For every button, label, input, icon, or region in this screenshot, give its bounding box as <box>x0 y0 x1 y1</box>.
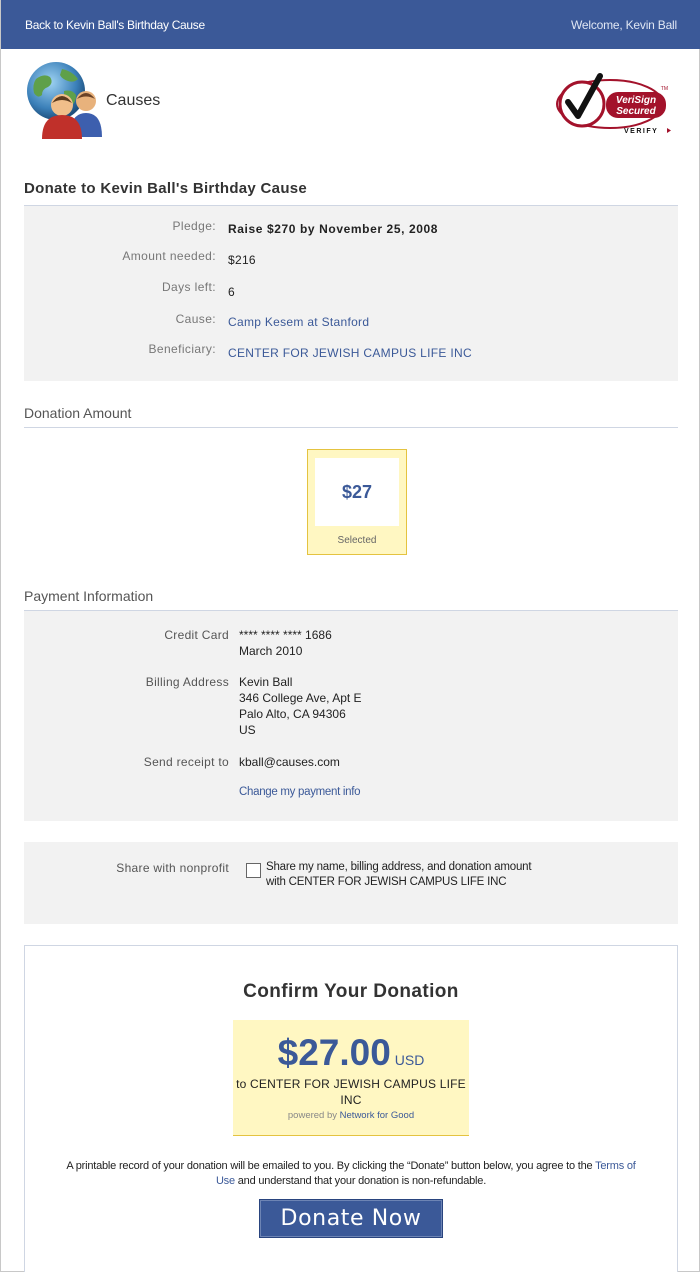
share-text[interactable]: Share my name, billing address, and dona… <box>266 860 536 890</box>
receipt-email: kball@causes.com <box>239 755 340 769</box>
amount-needed-value: $216 <box>228 253 256 267</box>
total-amount: $27.00 <box>277 1032 391 1073</box>
legal-text-before: A printable record of your donation will… <box>66 1160 593 1172</box>
brand-name: Causes <box>106 92 161 109</box>
page-frame: Back to Kevin Ball's Birthday Cause Welc… <box>0 0 700 1272</box>
card-number: **** **** **** 1686 <box>239 628 332 642</box>
verisign-line1: VeriSign <box>616 95 656 106</box>
verisign-line3: VERIFY <box>624 128 658 135</box>
beneficiary-label: Beneficiary: <box>148 342 216 356</box>
powered-by: powered by Network for Good <box>233 1110 469 1121</box>
billing-city: Palo Alto, CA 94306 <box>239 707 346 721</box>
total-box: $27.00 USD to CENTER FOR JEWISH CAMPUS LI… <box>233 1020 469 1136</box>
amount-option-inner: $27 <box>315 458 399 526</box>
billing-address-label: Billing Address <box>145 675 229 689</box>
network-for-good-link[interactable]: Network for Good <box>340 1110 414 1121</box>
cause-link[interactable]: Camp Kesem at Stanford <box>228 315 369 329</box>
credit-card-label: Credit Card <box>164 628 229 642</box>
powered-prefix: powered by <box>287 1110 338 1121</box>
change-payment-info-link[interactable]: Change my payment info <box>239 784 361 800</box>
total-line: $27.00 USD <box>233 1032 469 1074</box>
back-to-cause-link[interactable]: Back to Kevin Ball's Birthday Cause <box>25 18 205 32</box>
donation-amount-title: Donation Amount <box>24 405 132 421</box>
amount-option-note: Selected <box>337 535 377 546</box>
confirm-title: Confirm Your Donation <box>243 981 459 1002</box>
billing-country: US <box>239 723 256 737</box>
globe-people-icon[interactable] <box>24 61 106 139</box>
legal-notice: A printable record of your donation will… <box>61 1159 641 1189</box>
page-title: Donate to Kevin Ball's Birthday Cause <box>24 180 308 197</box>
credit-card-value: **** **** **** 1686 March 2010 <box>239 627 332 659</box>
share-checkbox[interactable] <box>246 863 261 878</box>
total-recipient: to CENTER FOR JEWISH CAMPUS LIFE INC <box>236 1077 466 1107</box>
verisign-line2: Secured <box>616 106 656 117</box>
amount-needed-label: Amount needed: <box>122 249 216 263</box>
legal-text-after: and understand that your donation is non… <box>237 1175 487 1187</box>
card-expiry: March 2010 <box>239 644 303 658</box>
amount-option-value: $27 <box>341 482 373 502</box>
payment-info-title: Payment Information <box>24 588 154 604</box>
days-left-value: 6 <box>228 285 235 299</box>
cause-label: Cause: <box>175 312 216 326</box>
receipt-label: Send receipt to <box>143 755 229 769</box>
beneficiary-link[interactable]: CENTER FOR JEWISH CAMPUS LIFE INC <box>228 346 472 360</box>
share-label: Share with nonprofit <box>116 861 229 875</box>
pledge-label: Pledge: <box>172 219 216 233</box>
top-bar: Back to Kevin Ball's Birthday Cause Welc… <box>1 0 700 49</box>
donate-now-button[interactable]: Donate Now <box>259 1199 443 1238</box>
amount-option-selected[interactable]: $27 Selected <box>307 449 407 555</box>
verisign-seal[interactable]: VeriSign Secured TM VERIFY <box>554 70 676 138</box>
billing-address-value: Kevin Ball 346 College Ave, Apt E Palo A… <box>239 674 362 738</box>
days-left-label: Days left: <box>161 280 216 294</box>
billing-street: 346 College Ave, Apt E <box>239 691 362 705</box>
pledge-value: Raise $270 by November 25, 2008 <box>228 222 439 236</box>
verisign-tm: TM <box>661 86 668 92</box>
donation-amount-divider <box>24 427 678 428</box>
billing-name: Kevin Ball <box>239 675 293 689</box>
total-currency: USD <box>394 1052 425 1068</box>
welcome-text: Welcome, Kevin Ball <box>570 18 677 32</box>
